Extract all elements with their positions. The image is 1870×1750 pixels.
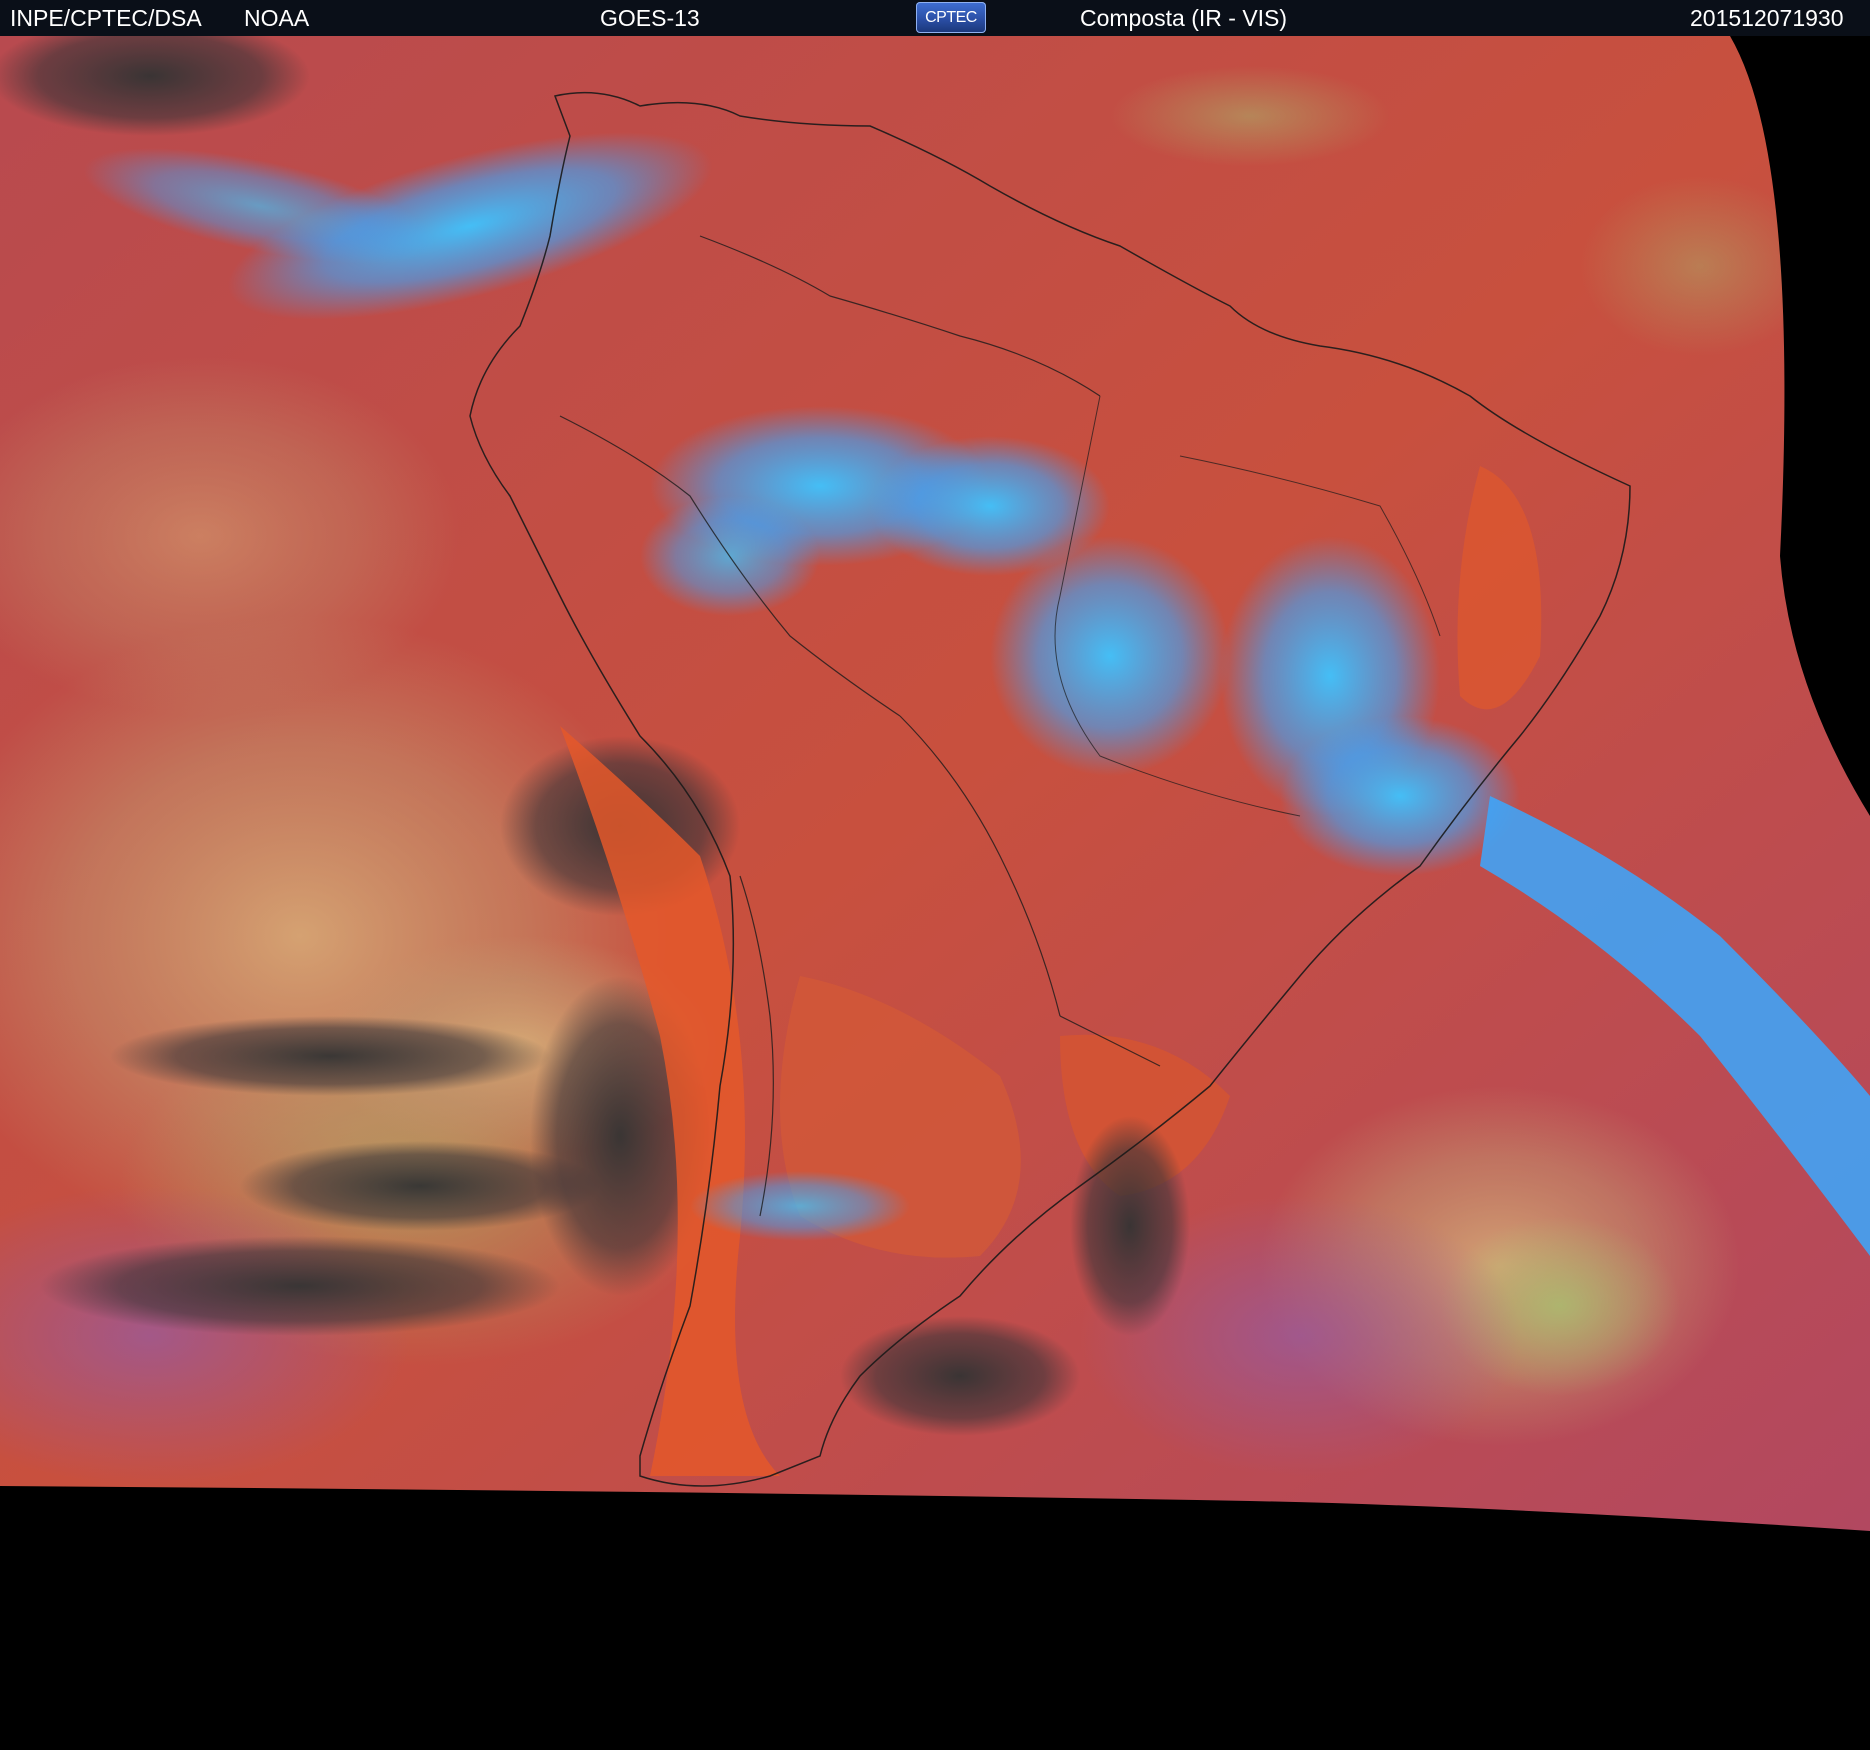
clear-patch-argentine-sea [840, 1316, 1080, 1436]
clear-patch-2 [110, 1016, 550, 1096]
product-label: Composta (IR - VIS) [1080, 5, 1288, 31]
convection-mato-grosso [990, 536, 1230, 776]
provider-label: NOAA [244, 5, 310, 31]
atlantic-north-cloud [1110, 66, 1390, 166]
convection-argentina [690, 1171, 910, 1241]
cptec-logo: CPTEC [916, 2, 986, 33]
satellite-image [0, 36, 1870, 1750]
clear-patch-4 [40, 1236, 560, 1336]
cptec-logo-text: CPTEC [925, 9, 977, 26]
agency-label: INPE/CPTEC/DSA [10, 5, 202, 31]
header-bar: INPE/CPTEC/DSA NOAA GOES-13 CPTEC Compos… [0, 0, 1870, 36]
timestamp-label: 201512071930 [1690, 5, 1844, 31]
satellite-composite [0, 36, 1870, 1750]
earth-disk [0, 36, 1870, 1531]
satellite-label: GOES-13 [600, 5, 700, 31]
